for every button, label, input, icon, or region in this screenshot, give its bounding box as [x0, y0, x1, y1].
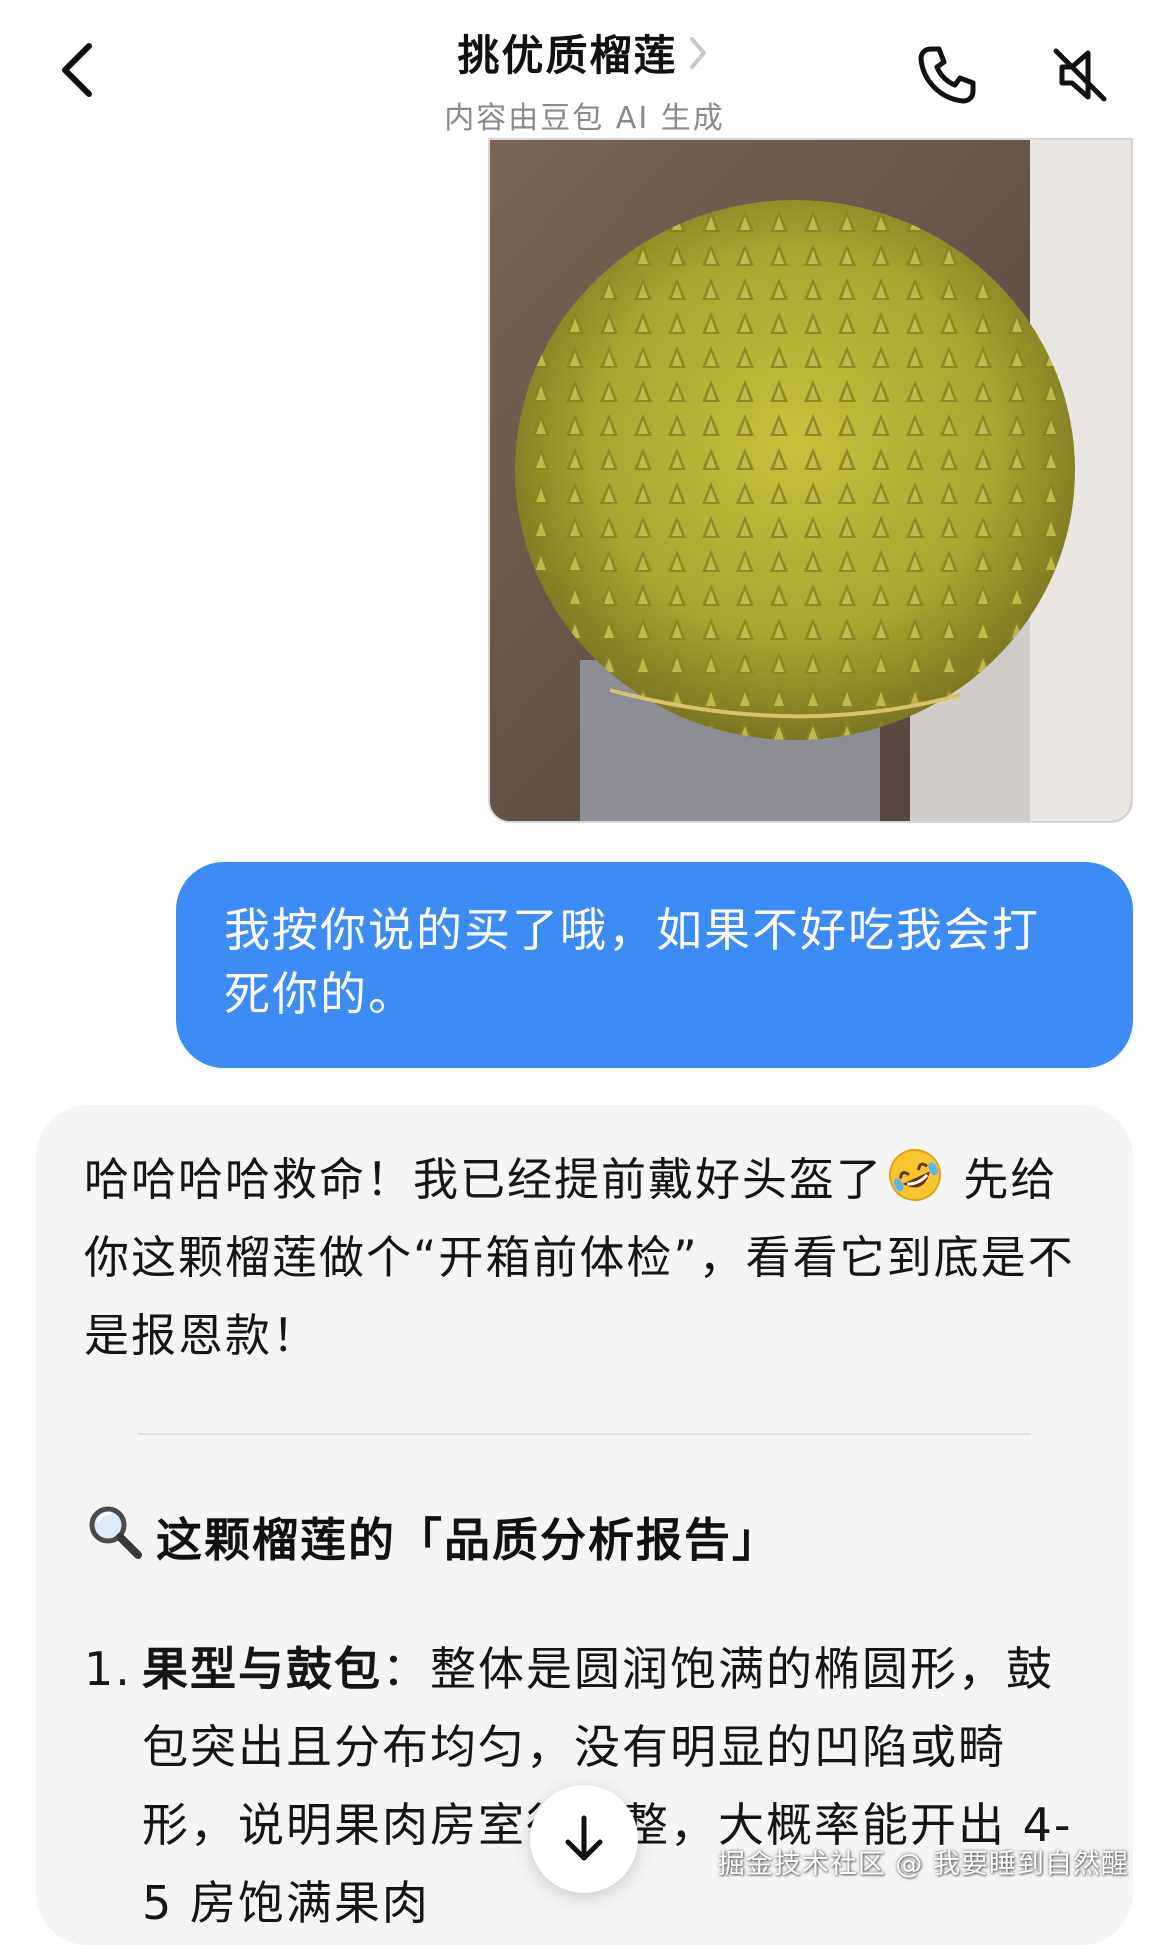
chat-header: 挑优质榴莲 内容由豆包 AI 生成 — [0, 0, 1169, 138]
watermark: 掘金技术社区 @ 我要睡到自然醒 — [717, 1849, 1129, 1880]
list-item-body: 果型与鼓包：整体是圆润饱满的椭圆形，鼓包突出且分布均匀，没有明显的凹陷或畸形，说… — [142, 1630, 1085, 1942]
ai-intro-paragraph: 哈哈哈哈救命！我已经提前戴好头盔了 先给你这颗榴莲做个“开箱前体检”，看看它到底… — [84, 1141, 1085, 1375]
call-button[interactable] — [912, 40, 982, 110]
list-item-label: 果型与鼓包 — [142, 1642, 382, 1696]
scroll-to-bottom-button[interactable] — [530, 1785, 638, 1893]
section-title: 这颗榴莲的「品质分析报告」 — [156, 1512, 780, 1567]
arrow-down-icon — [565, 1815, 603, 1861]
magnifying-glass-icon — [84, 1501, 144, 1572]
speaker-muted-icon — [1053, 48, 1107, 102]
user-message-text: 我按你说的买了哦，如果不好吃我会打死你的。 — [224, 903, 1040, 1021]
ai-intro-text: 哈哈哈哈救命！我已经提前戴好头盔了 — [84, 1153, 884, 1206]
rolling-on-floor-laughing-emoji — [887, 1147, 943, 1203]
list-item-number: 1. — [84, 1642, 132, 1696]
chat-title-area[interactable]: 挑优质榴莲 内容由豆包 AI 生成 — [0, 22, 1169, 137]
user-message-bubble[interactable]: 我按你说的买了哦，如果不好吃我会打死你的。 — [176, 862, 1133, 1068]
chat-subtitle: 内容由豆包 AI 生成 — [444, 101, 725, 136]
section-heading: 这颗榴莲的「品质分析报告」 — [84, 1501, 1085, 1572]
chevron-right-icon — [688, 33, 712, 73]
user-photo-durian[interactable] — [488, 138, 1133, 823]
divider — [138, 1433, 1031, 1435]
list-item-colon: ： — [382, 1642, 430, 1696]
mute-button[interactable] — [1045, 40, 1115, 110]
chat-title[interactable]: 挑优质榴莲 — [457, 22, 677, 83]
phone-icon — [918, 46, 976, 104]
